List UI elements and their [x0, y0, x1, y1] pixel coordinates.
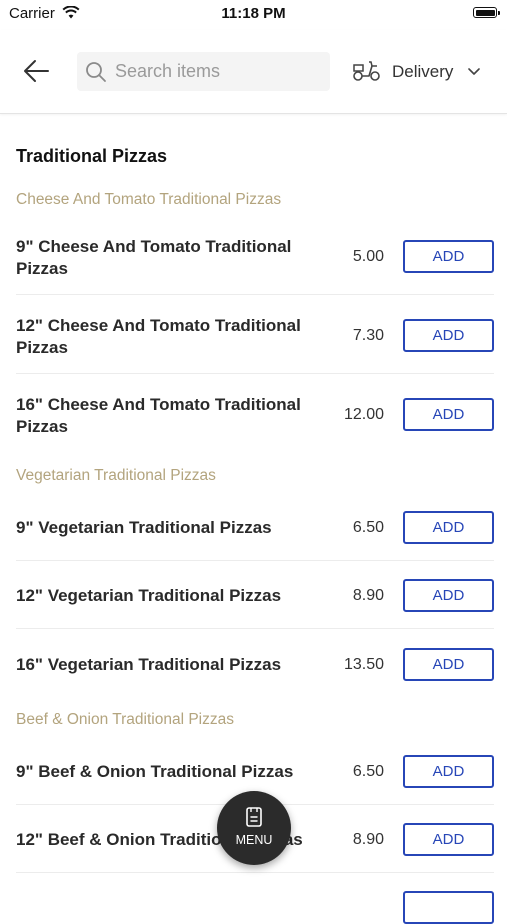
- item-name: 16" Cheese And Tomato Traditional Pizzas: [16, 395, 301, 436]
- status-bar: Carrier 11:18 PM: [0, 0, 507, 30]
- list-item: 9" Vegetarian Traditional Pizzas 6.50 AD…: [16, 494, 494, 562]
- list-item: 16" Cheese And Tomato Traditional Pizzas…: [16, 380, 494, 460]
- section-title: Traditional Pizzas: [16, 146, 168, 166]
- delivery-selector[interactable]: Delivery: [350, 52, 490, 91]
- list-item: [16, 874, 494, 924]
- item-price: 8.90: [352, 587, 384, 604]
- item-price: 6.50: [352, 763, 384, 780]
- search-input[interactable]: [115, 52, 315, 91]
- divider: [16, 294, 494, 295]
- item-name: 16" Vegetarian Traditional Pizzas: [16, 655, 282, 674]
- chevron-down-icon: [468, 68, 480, 75]
- menu-fab-button[interactable]: MENU: [217, 791, 291, 865]
- divider: [16, 628, 494, 629]
- search-box[interactable]: [77, 52, 330, 91]
- item-price: 13.50: [343, 656, 384, 673]
- menu-book-icon: [246, 807, 262, 827]
- item-price: 6.50: [352, 519, 384, 536]
- add-button[interactable]: [403, 891, 494, 924]
- category-heading: Cheese And Tomato Traditional Pizzas: [16, 191, 282, 208]
- item-name: 9" Vegetarian Traditional Pizzas: [16, 518, 272, 537]
- divider: [16, 373, 494, 374]
- item-price: 8.90: [352, 831, 384, 848]
- add-button[interactable]: ADD: [403, 755, 494, 788]
- item-name: 9" Cheese And Tomato Traditional Pizzas: [16, 237, 292, 278]
- add-button[interactable]: ADD: [403, 240, 494, 273]
- add-button[interactable]: ADD: [403, 648, 494, 681]
- delivery-label: Delivery: [392, 62, 454, 81]
- add-button[interactable]: ADD: [403, 398, 494, 431]
- divider: [16, 560, 494, 561]
- search-icon: [86, 62, 106, 82]
- scooter-icon: [353, 61, 380, 81]
- category-heading: Beef & Onion Traditional Pizzas: [16, 711, 234, 728]
- list-item: 12" Vegetarian Traditional Pizzas 8.90 A…: [16, 562, 494, 630]
- list-item: 16" Vegetarian Traditional Pizzas 13.50 …: [16, 630, 494, 698]
- header-bar: Delivery: [0, 30, 507, 114]
- item-price: 7.30: [352, 327, 384, 344]
- category-heading: Vegetarian Traditional Pizzas: [16, 467, 216, 484]
- list-item: 9" Cheese And Tomato Traditional Pizzas …: [16, 222, 494, 302]
- item-price: 12.00: [343, 406, 384, 423]
- item-name: 12" Cheese And Tomato Traditional Pizzas: [16, 316, 301, 357]
- add-button[interactable]: ADD: [403, 823, 494, 856]
- item-price: 5.00: [352, 248, 384, 265]
- divider: [16, 872, 494, 873]
- menu-fab-label: MENU: [235, 833, 273, 847]
- arrow-left-icon: [24, 60, 49, 82]
- battery-icon: [473, 7, 500, 18]
- add-button[interactable]: ADD: [403, 579, 494, 612]
- item-name: 12" Vegetarian Traditional Pizzas: [16, 586, 282, 605]
- clock: 11:18 PM: [221, 5, 286, 22]
- back-button[interactable]: [20, 54, 54, 88]
- add-button[interactable]: ADD: [403, 319, 494, 352]
- item-name: 9" Beef & Onion Traditional Pizzas: [16, 762, 294, 781]
- add-button[interactable]: ADD: [403, 511, 494, 544]
- list-item: 12" Cheese And Tomato Traditional Pizzas…: [16, 301, 494, 381]
